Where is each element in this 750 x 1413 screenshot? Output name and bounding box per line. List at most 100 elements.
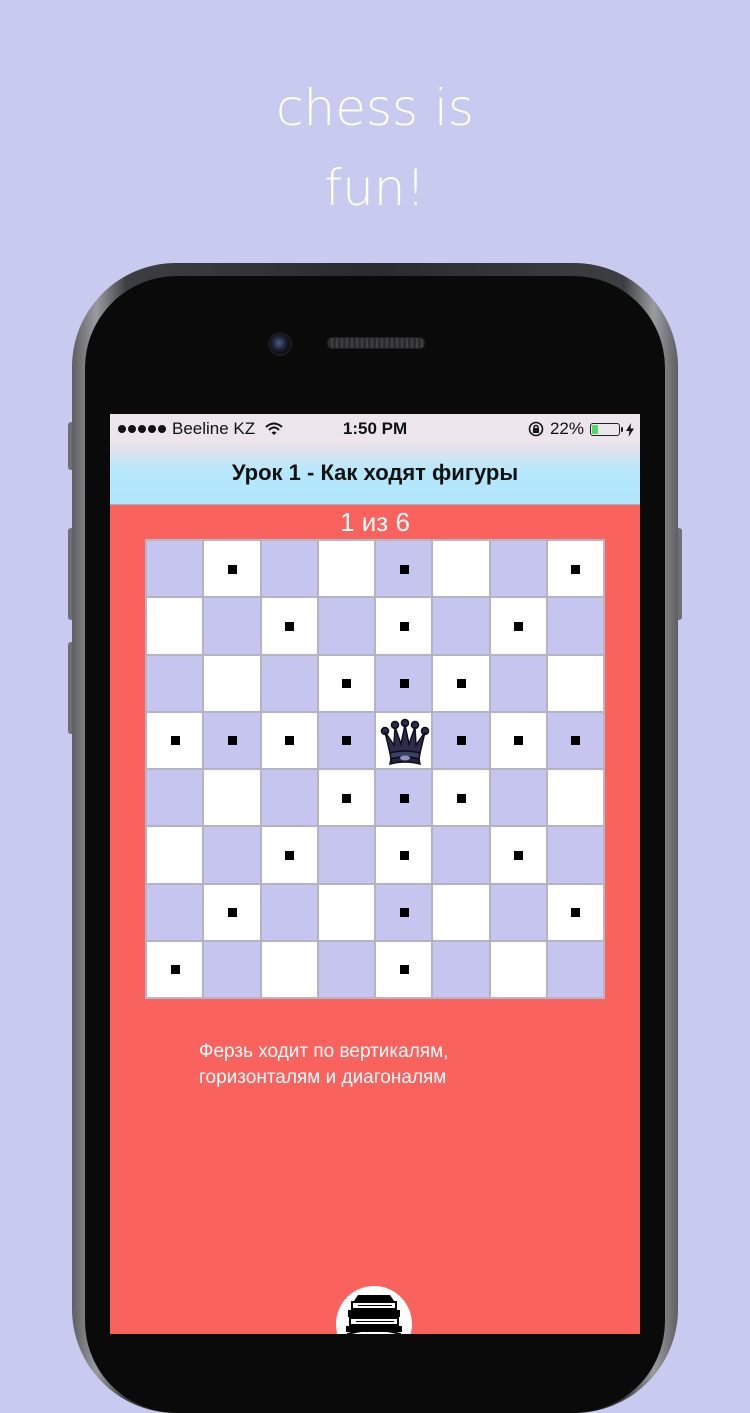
chess-board[interactable] xyxy=(145,539,605,999)
rotation-lock-icon xyxy=(528,421,544,437)
board-square[interactable] xyxy=(317,769,375,827)
move-marker xyxy=(514,850,524,860)
board-square[interactable] xyxy=(203,769,261,827)
board-square[interactable] xyxy=(432,654,490,712)
board-square[interactable] xyxy=(375,597,433,655)
move-marker xyxy=(342,679,352,689)
board-square[interactable] xyxy=(317,540,375,598)
board-square[interactable] xyxy=(432,940,490,998)
board-square[interactable] xyxy=(146,711,204,769)
move-marker xyxy=(571,736,581,746)
board-square[interactable] xyxy=(375,883,433,941)
board-square[interactable] xyxy=(260,597,318,655)
books-icon xyxy=(344,1294,404,1334)
move-marker xyxy=(342,736,352,746)
move-marker xyxy=(285,621,295,631)
move-marker xyxy=(456,793,466,803)
move-marker xyxy=(170,965,180,975)
board-square[interactable] xyxy=(489,940,547,998)
battery-icon xyxy=(590,422,623,436)
board-square[interactable] xyxy=(146,826,204,884)
board-square[interactable] xyxy=(146,654,204,712)
board-square[interactable] xyxy=(203,940,261,998)
move-marker xyxy=(399,908,409,918)
board-square[interactable] xyxy=(203,597,261,655)
board-square[interactable] xyxy=(546,711,604,769)
move-marker xyxy=(399,850,409,860)
board-square[interactable] xyxy=(203,711,261,769)
move-marker xyxy=(399,564,409,574)
board-square[interactable] xyxy=(260,654,318,712)
board-square[interactable] xyxy=(260,540,318,598)
board-square[interactable] xyxy=(432,769,490,827)
move-marker xyxy=(514,736,524,746)
board-square[interactable] xyxy=(317,940,375,998)
bolt-icon xyxy=(626,422,634,437)
move-marker xyxy=(227,736,237,746)
battery-fill xyxy=(592,424,599,434)
promo-line-1: chess is xyxy=(276,79,474,137)
board-square[interactable] xyxy=(375,769,433,827)
board-square[interactable] xyxy=(146,883,204,941)
app-screen: Beeline KZ 1:50 PM 22% Урок 1 - Как ходя… xyxy=(110,414,640,1334)
board-square[interactable] xyxy=(546,597,604,655)
board-square[interactable] xyxy=(432,711,490,769)
queen-icon[interactable] xyxy=(378,715,432,769)
lesson-counter: 1 из 6 xyxy=(340,507,410,537)
board-square[interactable] xyxy=(146,540,204,598)
board-square[interactable] xyxy=(489,597,547,655)
board-square[interactable] xyxy=(489,883,547,941)
board-square[interactable] xyxy=(546,540,604,598)
earpiece-speaker xyxy=(327,337,425,349)
board-square[interactable] xyxy=(546,940,604,998)
move-marker xyxy=(399,621,409,631)
move-marker xyxy=(342,793,352,803)
board-square[interactable] xyxy=(260,940,318,998)
board-square[interactable] xyxy=(489,826,547,884)
board-square[interactable] xyxy=(203,654,261,712)
description-line-1: Ферзь ходит по вертикалям, xyxy=(199,1041,449,1062)
board-square[interactable] xyxy=(546,826,604,884)
promo-line-2: fun! xyxy=(324,159,426,217)
board-square[interactable] xyxy=(489,769,547,827)
move-marker xyxy=(399,965,409,975)
board-square[interactable] xyxy=(146,940,204,998)
board-square[interactable] xyxy=(146,597,204,655)
status-bar: Beeline KZ 1:50 PM 22% xyxy=(110,414,640,444)
board-square[interactable] xyxy=(317,711,375,769)
status-right: 22% xyxy=(528,419,634,439)
board-square[interactable] xyxy=(432,826,490,884)
board-square[interactable] xyxy=(203,540,261,598)
board-square[interactable] xyxy=(260,883,318,941)
board-square[interactable] xyxy=(375,711,433,769)
board-square[interactable] xyxy=(375,940,433,998)
board-square[interactable] xyxy=(375,826,433,884)
board-square[interactable] xyxy=(317,597,375,655)
lesson-title: Урок 1 - Как ходят фигуры xyxy=(231,460,519,485)
promo-headline: chess is fun! xyxy=(0,68,750,228)
board-square[interactable] xyxy=(489,540,547,598)
board-square[interactable] xyxy=(260,769,318,827)
lessons-menu-button[interactable] xyxy=(336,1286,412,1334)
board-square[interactable] xyxy=(317,826,375,884)
board-square[interactable] xyxy=(260,711,318,769)
board-square[interactable] xyxy=(489,711,547,769)
board-square[interactable] xyxy=(317,654,375,712)
board-square[interactable] xyxy=(375,540,433,598)
board-square[interactable] xyxy=(260,826,318,884)
board-square[interactable] xyxy=(317,883,375,941)
board-square[interactable] xyxy=(432,883,490,941)
board-square[interactable] xyxy=(203,826,261,884)
board-square[interactable] xyxy=(146,769,204,827)
move-marker xyxy=(571,908,581,918)
board-square[interactable] xyxy=(203,883,261,941)
board-square[interactable] xyxy=(546,769,604,827)
board-square[interactable] xyxy=(546,883,604,941)
front-camera xyxy=(268,332,292,356)
move-marker xyxy=(399,793,409,803)
board-square[interactable] xyxy=(546,654,604,712)
board-square[interactable] xyxy=(432,597,490,655)
board-square[interactable] xyxy=(489,654,547,712)
board-square[interactable] xyxy=(432,540,490,598)
board-square[interactable] xyxy=(375,654,433,712)
